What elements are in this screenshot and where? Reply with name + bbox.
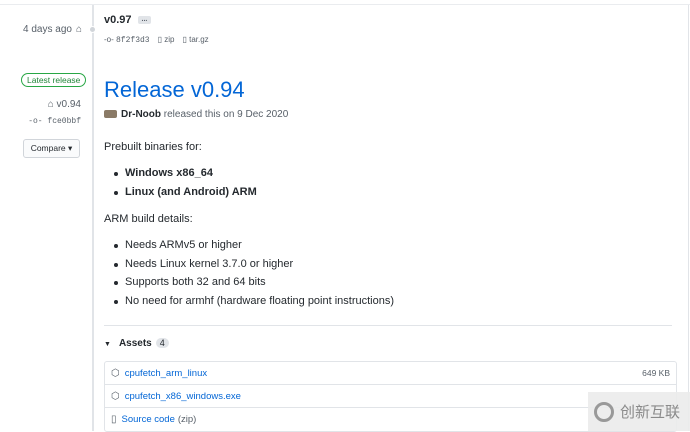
latest-release-badge: Latest release (21, 73, 87, 87)
tag-icon: ⌂ (75, 24, 82, 35)
assets-toggle[interactable]: ▼ Assets 4 (104, 338, 169, 349)
more-button[interactable]: ... (137, 16, 152, 25)
asset-row: ⬡ cpufetch_arm_linux 649 KB (105, 362, 676, 385)
release-byline: Dr-Noob released this on 9 Dec 2020 (104, 109, 288, 120)
commit-icon: -o- (104, 35, 116, 44)
release-intro: Prebuilt binaries for: (104, 141, 202, 153)
list-item: Windows x86_64 (104, 167, 257, 186)
asset-link[interactable]: Source code (122, 414, 175, 425)
tag-icon: ⌂ (47, 99, 57, 110)
zip-link[interactable]: ▯ zip (158, 35, 175, 45)
asset-link[interactable]: cpufetch_x86_windows.exe (125, 391, 241, 402)
list-item: No need for armhf (hardware floating poi… (104, 295, 394, 314)
file-zip-icon: ▯ (111, 414, 117, 425)
header-border (0, 0, 690, 5)
release-commit-link[interactable]: -o- fce0bbf (28, 117, 81, 126)
list-item: Linux (and Android) ARM (104, 186, 257, 205)
list-item: Needs Linux kernel 3.7.0 or higher (104, 258, 394, 277)
prev-release-time: 4 days ago ⌂ (23, 24, 82, 35)
package-icon: ⬡ (111, 390, 120, 402)
list-item: Supports both 32 and 64 bits (104, 276, 394, 295)
binaries-list: Windows x86_64 Linux (and Android) ARM (104, 167, 257, 204)
timeline-dot (89, 26, 96, 33)
arm-heading: ARM build details: (104, 213, 193, 225)
author-link[interactable]: Dr-Noob (121, 109, 161, 120)
package-icon: ⬡ (111, 367, 120, 379)
asset-link[interactable]: cpufetch_arm_linux (125, 368, 207, 379)
list-item: Needs ARMv5 or higher (104, 239, 394, 258)
timeline-line (92, 5, 94, 431)
arm-details-list: Needs ARMv5 or higher Needs Linux kernel… (104, 239, 394, 313)
targz-link[interactable]: ▯ tar.gz (182, 35, 208, 45)
commit-link[interactable]: -o- 8f2f3d3 (104, 35, 150, 45)
prev-release-meta: -o- 8f2f3d3 ▯ zip ▯ tar.gz (104, 35, 209, 45)
asset-size: 649 KB (642, 368, 670, 378)
release-border (688, 5, 689, 431)
commit-icon: -o- (28, 117, 48, 126)
divider (104, 325, 672, 326)
asset-suffix: (zip) (177, 414, 197, 425)
watermark-logo: 创新互联 (588, 392, 690, 431)
watermark-logo-icon (594, 401, 614, 422)
prev-release-name[interactable]: v0.97... (104, 14, 152, 26)
release-tag-link[interactable]: ⌂ v0.94 (48, 99, 81, 110)
avatar[interactable] (104, 110, 117, 119)
assets-count: 4 (155, 338, 169, 348)
caret-down-icon: ▼ (104, 341, 111, 348)
release-title[interactable]: Release v0.94 (104, 77, 245, 103)
compare-button[interactable]: Compare ▾ (23, 139, 80, 158)
